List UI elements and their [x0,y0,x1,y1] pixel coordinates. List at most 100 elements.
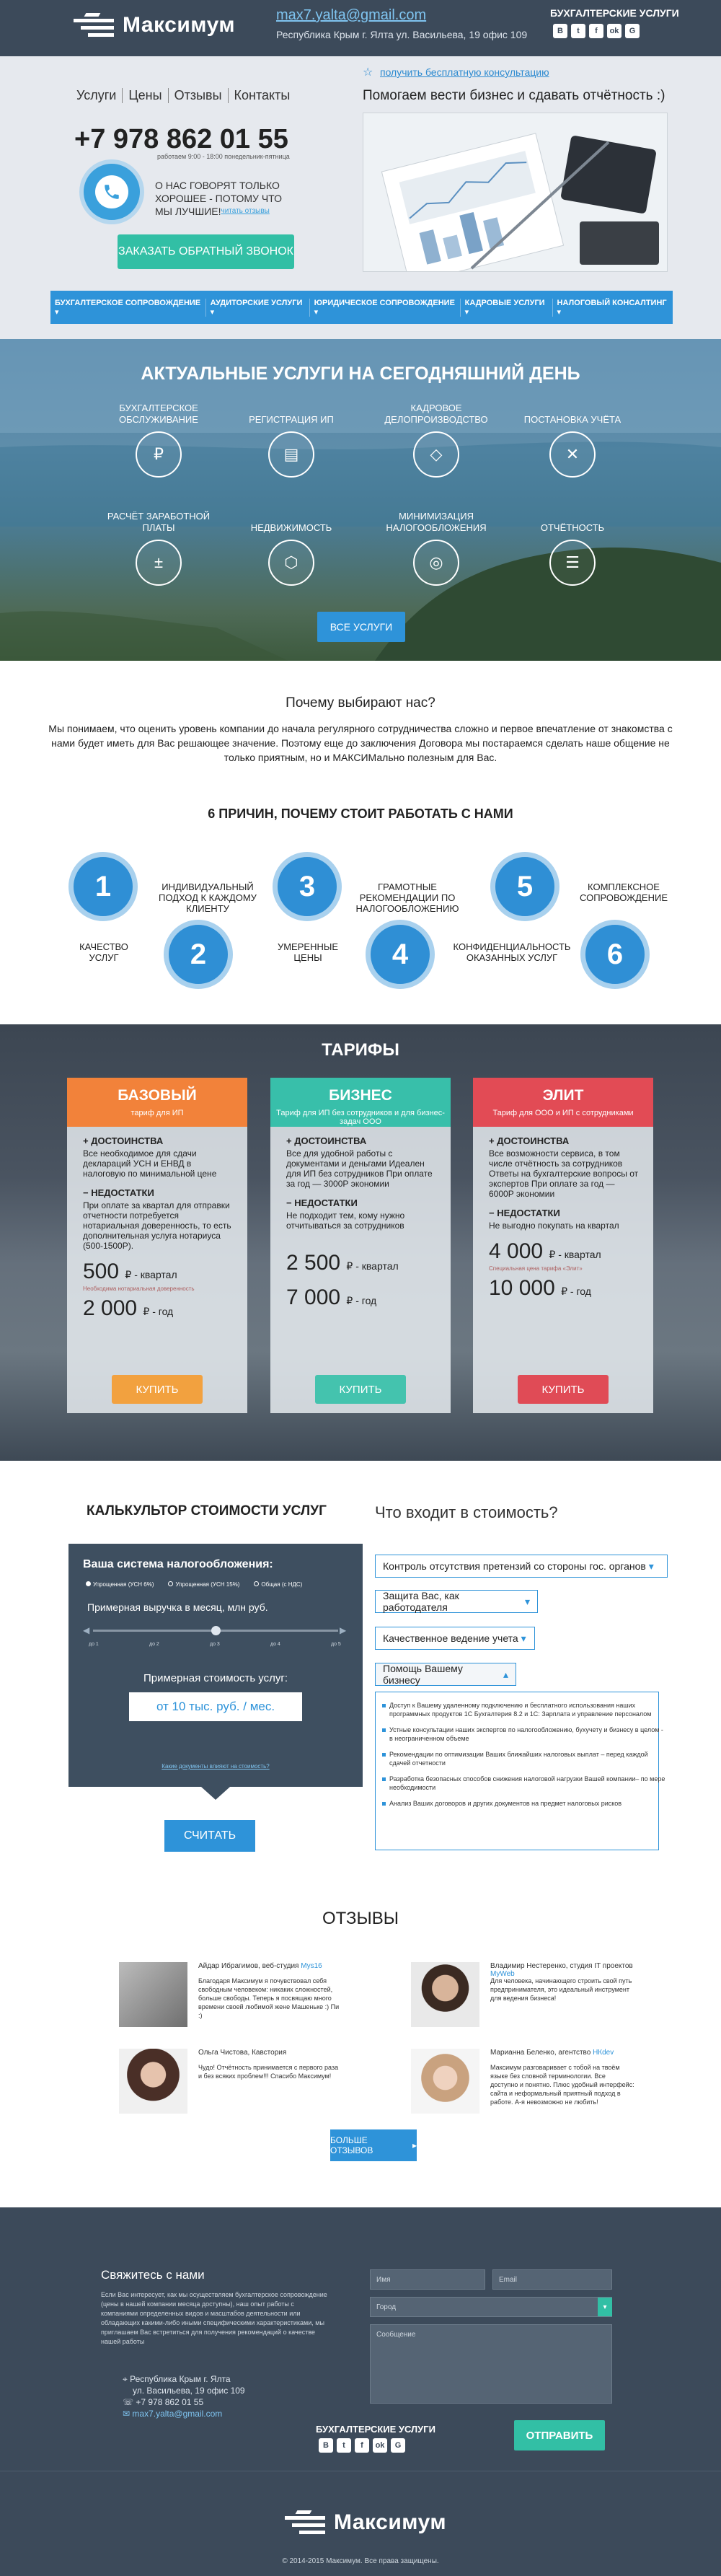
email-input[interactable]: Email [492,2269,612,2290]
slider-thumb[interactable] [211,1626,221,1635]
service-registration[interactable]: РЕГИСТРАЦИЯ ИП ▤ [230,391,353,478]
send-button[interactable]: ОТПРАВИТЬ [514,2420,605,2450]
tax-option-usn6[interactable]: Упрощенная (УСН 6%) [86,1581,154,1588]
city-select[interactable]: Город ▾ [370,2297,612,2317]
review-author-name: Марианна Беленко, агентство [490,2049,591,2057]
service-accounting[interactable]: БУХГАЛТЕРСКОЕ ОБСЛУЖИВАНИЕ ₽ [97,391,220,478]
buy-button[interactable]: КУПИТЬ [518,1375,609,1404]
twitter-icon[interactable]: t [337,2438,351,2453]
callback-button[interactable]: ЗАКАЗАТЬ ОБРАТНЫЙ ЗВОНОК [118,234,294,269]
buy-button[interactable]: КУПИТЬ [112,1375,203,1404]
logo-text: Максимум [334,2510,447,2534]
arrow-right-icon: ▸ [412,2140,417,2150]
address-line: ⌖ Республика Крым г. Ялта [123,2373,245,2385]
tariff-name: БИЗНЕС [329,1087,392,1104]
footer-email-text: max7.yalta@gmail.com [132,2409,223,2419]
nav-item-services[interactable]: Услуги [71,88,123,103]
review-text: Чудо! Отчётность принимается с первого р… [198,2064,339,2080]
twitter-icon[interactable]: t [571,24,585,38]
accordion-item-business-help[interactable]: Помощь Вашему бизнесу ▴ [375,1663,516,1686]
price-value: 4 000 [489,1239,544,1263]
reason-text-1: КАЧЕСТВО УСЛУГ [79,941,128,963]
hero-image [363,113,668,272]
reviews-title: ОТЗЫВЫ [322,1909,399,1928]
price-unit: ₽ - квартал [346,1260,399,1272]
service-setup[interactable]: ПОСТАНОВКА УЧЁТА ✕ [511,391,634,478]
price-unit: ₽ - год [346,1295,377,1306]
service-realty[interactable]: НЕДВИЖИМОСТЬ ⬡ [230,499,353,586]
odnoklassniki-icon[interactable]: ok [373,2438,387,2453]
calculate-button[interactable]: СЧИТАТЬ [164,1820,255,1852]
menu-item-legal[interactable]: ЮРИДИЧЕСКОЕ СОПРОВОЖДЕНИЕ ▾ [310,298,461,317]
buy-button[interactable]: КУПИТЬ [315,1375,406,1404]
disadvantages-title: − НЕДОСТАТКИ [83,1187,154,1198]
tax-option-label: Общая (с НДС) [261,1581,303,1588]
nav-item-contacts[interactable]: Контакты [229,88,296,103]
header-email-link[interactable]: max7.yalta@gmail.com [276,7,426,24]
menu-item-label: АУДИТОРСКИЕ УСЛУГИ [210,298,303,307]
header-address: Республика Крым г. Ялта ул. Васильева, 1… [276,29,528,40]
review-company-link[interactable]: НКdev [593,2049,614,2057]
tax-option-label: Упрощенная (УСН 15%) [175,1581,240,1588]
slider-tick: до 4 [270,1642,280,1647]
nav-item-prices[interactable]: Цены [123,88,169,103]
slider-right-arrow-icon[interactable]: ▶ [340,1625,346,1635]
service-hr[interactable]: КАДРОВОЕ ДЕЛОПРОИЗВОДСТВО ◇ [375,391,497,478]
review-company-link[interactable]: Mys16 [301,1962,322,1970]
review-text: Для человека, начинающего строить свой п… [490,1977,632,2002]
more-reviews-button[interactable]: БОЛЬШЕ ОТЗЫВОВ ▸ [330,2129,417,2161]
service-label: РАСЧЁТ ЗАРАБОТНОЙ ПЛАТЫ [107,511,211,533]
footer-logo[interactable]: Максимум [285,2510,446,2535]
service-payroll[interactable]: РАСЧЁТ ЗАРАБОТНОЙ ПЛАТЫ ± [97,499,220,586]
googleplus-icon[interactable]: G [625,24,640,38]
review-author-name: Айдар Ибрагимов, веб-студия [198,1962,299,1970]
facebook-icon[interactable]: f [355,2438,369,2453]
menu-item-audit[interactable]: АУДИТОРСКИЕ УСЛУГИ ▾ [206,298,310,317]
price-unit: ₽ - год [143,1306,174,1317]
slider-tick: до 5 [331,1642,341,1647]
vk-icon[interactable]: В [553,24,567,38]
slider-left-arrow-icon[interactable]: ◀ [83,1625,89,1635]
reason-text-3: УМЕРЕННЫЕ ЦЕНЫ [277,941,339,963]
accordion-item-control[interactable]: Контроль отсутствия претензий со стороны… [375,1555,668,1578]
advantages-text: Все для удобной работы с документами и д… [286,1148,433,1189]
tax-option-usn15[interactable]: Упрощенная (УСН 15%) [168,1581,239,1588]
revenue-slider[interactable]: ◀ ▶ [83,1622,348,1640]
facebook-icon[interactable]: f [589,24,603,38]
advantages-text: Все необходимое для сдачи деклараций УСН… [83,1148,217,1179]
panel-pointer [201,1787,230,1800]
odnoklassniki-icon[interactable]: ok [607,24,622,38]
message-textarea[interactable]: Сообщение [370,2324,612,2404]
all-services-button[interactable]: ВСЕ УСЛУГИ [317,612,405,642]
accordion-item-accounting[interactable]: Качественное ведение учета ▾ [375,1627,535,1650]
tariff-subtitle: Тариф для ООО и ИП с сотрудниками [492,1109,634,1117]
accordion-item-employer[interactable]: Защита Вас, как работодателя ▾ [375,1590,538,1613]
menu-item-hr[interactable]: КАДРОВЫЕ УСЛУГИ ▾ [461,298,553,317]
review-author-name: Ольга Чистова, Кавстория [198,2049,287,2057]
nav-item-reviews[interactable]: Отзывы [169,88,229,103]
menu-item-accounting[interactable]: БУХГАЛТЕРСКОЕ СОПРОВОЖДЕНИЕ ▾ [50,298,206,317]
detail-item: Устные консультации наших экспертов по н… [382,1726,666,1743]
footer-phone[interactable]: ☏ +7 978 862 01 55 [123,2396,245,2408]
tax-option-vat[interactable]: Общая (с НДС) [254,1581,302,1588]
googleplus-icon[interactable]: G [391,2438,405,2453]
why-question: Почему выбирают нас? [286,695,435,711]
cost-hint-link[interactable]: Какие документы влияют на стоимость? [68,1763,363,1770]
vk-icon[interactable]: В [319,2438,333,2453]
advantages-text: Все возможности сервиса, в том числе отч… [489,1148,639,1199]
cost-label: Примерная стоимость услуг: [143,1672,288,1684]
menu-item-tax[interactable]: НАЛОГОВЫЙ КОНСАЛТИНГ ▾ [553,299,673,317]
logo[interactable]: Максимум [74,13,235,38]
why-text: Мы понимаем, что оценить уровень компани… [48,723,673,763]
service-reporting[interactable]: ОТЧЁТНОСТЬ ☰ [511,499,634,586]
clipboard-icon: ☰ [549,540,596,586]
service-tax-minimization[interactable]: МИНИМИЗАЦИЯ НАЛОГООБЛОЖЕНИЯ ◎ [375,499,497,586]
name-input[interactable]: Имя [370,2269,485,2290]
tariff-header: БИЗНЕС Тариф для ИП без сотрудников и дл… [270,1078,451,1127]
disadvantages-label: НЕДОСТАТКИ [294,1197,358,1208]
contact-text: Если Вас интересует, как мы осуществляем… [101,2291,327,2345]
phone-number[interactable]: +7 978 862 01 55 [74,124,288,155]
free-consultation-link[interactable]: получить бесплатную консультацию [380,66,549,78]
footer-email[interactable]: ✉ max7.yalta@gmail.com [123,2408,245,2419]
slider-tick: до 2 [149,1642,159,1647]
